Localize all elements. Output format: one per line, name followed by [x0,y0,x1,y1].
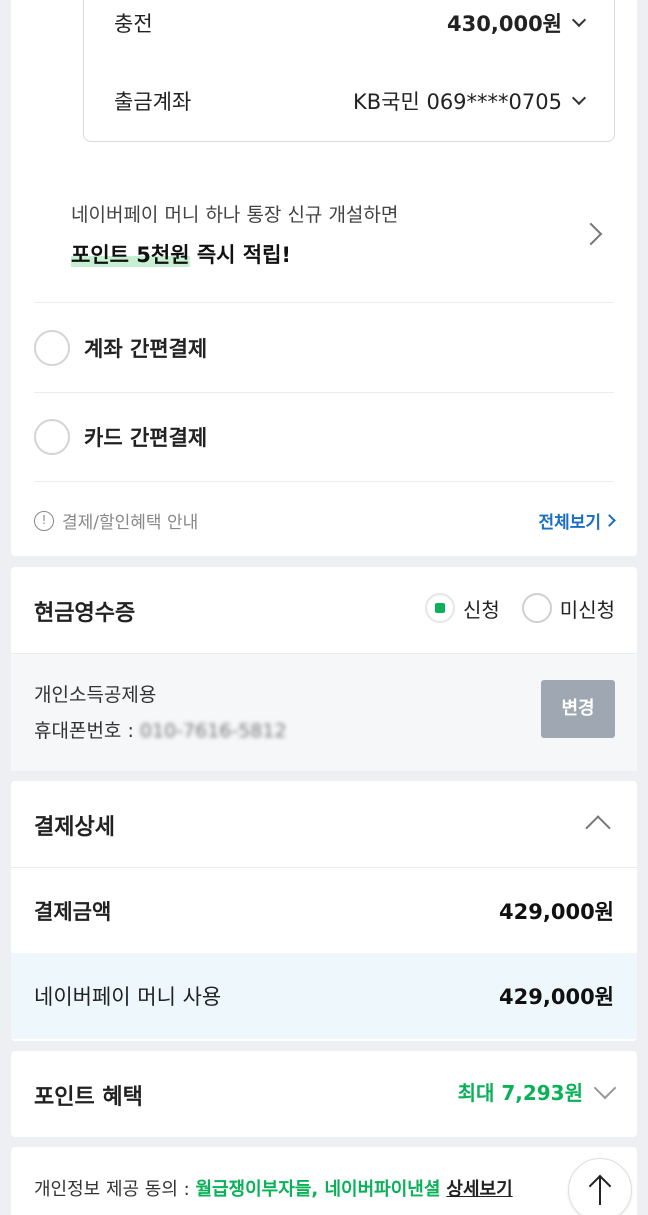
chevron-down-icon [571,90,587,106]
account-row[interactable]: 출금계좌 KB국민 069****0705 [114,86,587,116]
divider [34,302,614,303]
receipt-phone: 휴대폰번호 : 010-7616-5812 [34,716,287,743]
payment-detail-title: 결제상세 [34,815,115,840]
promo-banner[interactable]: 네이버페이 머니 하나 통장 신규 개설하면 포인트 5천원 즉시 적립! [71,200,611,280]
method-card-option[interactable]: 카드 간편결제 [34,419,207,455]
benefit-info: ! 결제/할인혜택 안내 [34,508,198,533]
privacy-consent: 개인정보 제공 동의 : 월급쟁이부자들, 네이버파이낸셜 상세보기 [34,1175,513,1201]
promo-subtitle: 네이버페이 머니 하나 통장 신규 개설하면 [71,204,399,226]
receipt-apply-label: 신청 [462,597,500,622]
privacy-consent-card: 개인정보 제공 동의 : 월급쟁이부자들, 네이버파이낸셜 상세보기 [11,1147,637,1215]
scroll-top-button[interactable] [568,1158,632,1215]
pay-money-value: 429,000원 [499,985,614,1009]
arrow-up-icon [599,1177,601,1205]
radio-button[interactable] [34,419,70,455]
payment-amount-label: 결제금액 [34,899,112,924]
chevron-down-icon [571,12,587,28]
charge-label: 충전 [114,12,153,36]
charge-box: 충전 430,000원 출금계좌 KB국민 069****0705 [83,0,615,142]
payment-detail-card: 결제상세 결제금액 429,000원 네이버페이 머니 사용 429,000원 [11,781,637,1041]
payment-page: 충전 430,000원 출금계좌 KB국민 069****0705 네이버페이 … [0,0,648,1215]
receipt-apply-option[interactable]: 신청 [424,593,500,623]
radio-button[interactable] [521,593,552,623]
promo-rest: 즉시 적립! [189,243,292,267]
charge-value[interactable]: 430,000원 [447,8,587,38]
method-label: 카드 간편결제 [84,426,208,450]
payment-amount-value: 429,000원 [499,899,614,924]
chevron-right-icon [603,514,616,527]
promo-highlight: 포인트 5천원 [71,243,190,267]
method-account-option[interactable]: 계좌 간편결제 [34,330,207,366]
promo-title: 포인트 5천원 즉시 적립! [71,239,611,269]
divider [34,481,614,482]
account-value[interactable]: KB국민 069****0705 [352,86,587,116]
benefit-info-label: 결제/할인혜택 안내 [62,513,199,533]
benefit-info-row: ! 결제/할인혜택 안내 전체보기 [34,508,616,533]
chevron-up-icon[interactable] [585,815,611,841]
payment-amount-row: 결제금액 429,000원 [11,867,637,953]
pay-money-label: 네이버페이 머니 사용 [34,985,222,1009]
account-number: KB국민 069****0705 [352,90,562,114]
phone-value: 010-7616-5812 [139,720,287,742]
receipt-options: 신청 미신청 [424,593,615,623]
receipt-type: 개인소득공제용 [34,684,157,706]
change-button[interactable]: 변경 [541,680,615,738]
method-label: 계좌 간편결제 [84,337,208,361]
charge-row[interactable]: 충전 430,000원 [114,8,587,38]
cash-receipt-card: 현금영수증 신청 미신청 개인소득공제용 휴대폰번호 : 010-7616-58… [11,567,637,771]
info-icon: ! [34,510,54,531]
pay-money-row: 네이버페이 머니 사용 429,000원 [11,953,637,1039]
radio-selected-icon[interactable] [424,593,455,623]
view-all-link[interactable]: 전체보기 [538,508,616,533]
charge-amount: 430,000원 [447,12,562,36]
point-benefit-title: 포인트 혜택 [34,1085,143,1110]
receipt-none-label: 미신청 [559,597,615,622]
point-max-value: 최대 7,293원 [457,1081,583,1105]
payment-method-card: 충전 430,000원 출금계좌 KB국민 069****0705 네이버페이 … [11,0,637,556]
consent-detail-link[interactable]: 상세보기 [446,1179,512,1200]
divider [34,392,614,393]
account-label: 출금계좌 [114,90,192,114]
consent-label: 개인정보 제공 동의 : [34,1179,196,1200]
consent-parties: 월급쟁이부자들, 네이버파이낸셜 [195,1179,441,1200]
point-benefit-card[interactable]: 포인트 혜택 최대 7,293원 [11,1051,637,1137]
phone-label: 휴대폰번호 : [34,720,140,742]
point-max[interactable]: 최대 7,293원 [457,1076,617,1106]
cash-receipt-title: 현금영수증 [34,601,136,626]
radio-button[interactable] [34,330,70,366]
receipt-details: 개인소득공제용 휴대폰번호 : 010-7616-5812 변경 [11,653,637,771]
chevron-down-icon [593,1076,617,1099]
receipt-none-option[interactable]: 미신청 [521,593,615,623]
view-all-label: 전체보기 [538,513,601,533]
